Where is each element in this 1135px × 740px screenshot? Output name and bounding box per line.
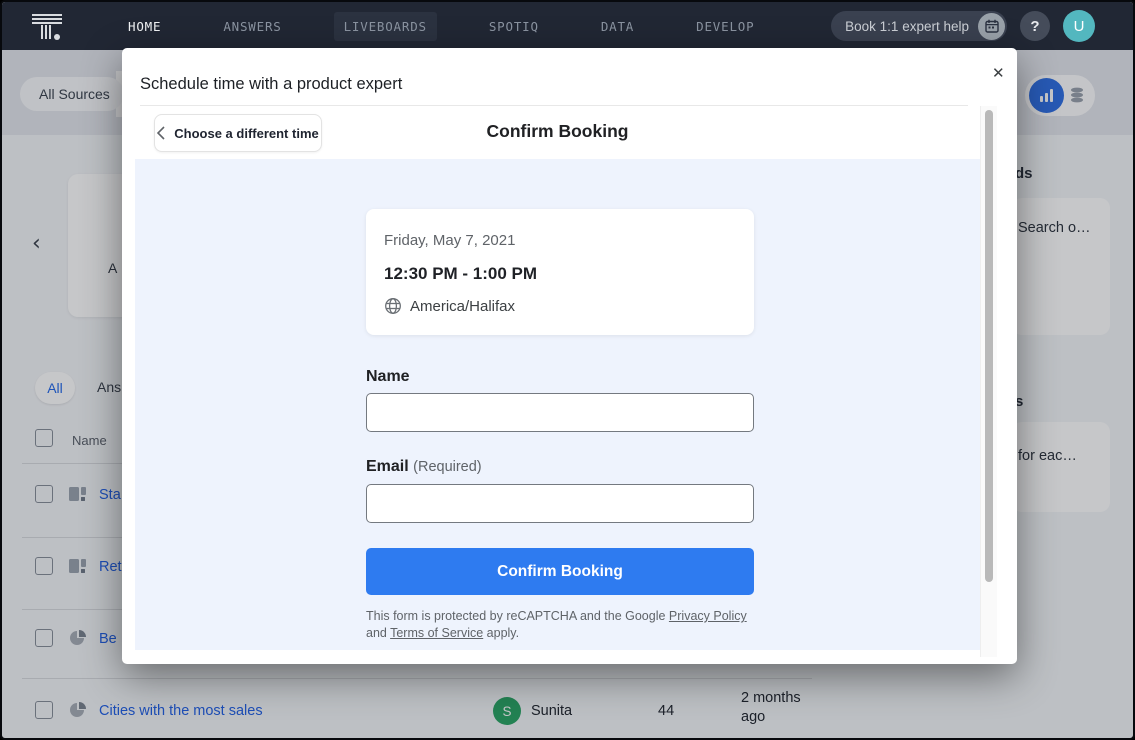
user-avatar[interactable]: U (1063, 10, 1095, 42)
nav-item-answers[interactable]: ANSWERS (213, 12, 291, 41)
app-window: All Sources ‹ A All Ans (0, 0, 1135, 740)
privacy-policy-link[interactable]: Privacy Policy (669, 609, 747, 623)
schedule-expert-modal: Schedule time with a product expert ✕ Ch… (122, 48, 1017, 664)
nav-item-liveboards[interactable]: LIVEBOARDS (334, 12, 437, 41)
close-icon[interactable]: ✕ (988, 60, 1009, 86)
booking-timezone: America/Halifax (410, 298, 515, 315)
nav-right-cluster: Book 1:1 expert help ? U (831, 2, 1133, 50)
modal-title: Schedule time with a product expert (140, 75, 402, 94)
nav-item-home[interactable]: HOME (118, 12, 171, 41)
top-nav: HOME ANSWERS LIVEBOARDS SPOTIQ DATA DEVE… (2, 2, 1133, 50)
modal-scrollbar[interactable] (980, 106, 997, 657)
confirm-booking-button[interactable]: Confirm Booking (366, 548, 754, 595)
recaptcha-notice: This form is protected by reCAPTCHA and … (366, 608, 758, 642)
email-label: Email (Required) (366, 458, 482, 476)
email-label-text: Email (366, 458, 409, 475)
book-expert-button[interactable]: Book 1:1 expert help (831, 11, 1007, 41)
email-field[interactable] (366, 484, 754, 523)
nav-item-develop[interactable]: DEVELOP (686, 12, 764, 41)
name-field[interactable] (366, 393, 754, 432)
help-button[interactable]: ? (1020, 11, 1050, 41)
confirm-booking-heading: Confirm Booking (135, 121, 980, 142)
terms-of-service-link[interactable]: Terms of Service (390, 626, 483, 640)
divider (140, 105, 968, 106)
booking-timezone-row: America/Halifax (384, 297, 515, 315)
email-required-note: (Required) (413, 459, 482, 475)
book-expert-label: Book 1:1 expert help (845, 19, 969, 34)
nav-item-spotiq[interactable]: SPOTIQ (479, 12, 549, 41)
name-label: Name (366, 368, 410, 386)
nav-item-data[interactable]: DATA (591, 12, 644, 41)
calendar-icon (978, 13, 1005, 40)
recaptcha-text: and (366, 626, 390, 640)
globe-icon (384, 297, 402, 315)
recaptcha-text: apply. (483, 626, 519, 640)
help-icon: ? (1030, 18, 1039, 35)
booking-summary-card: Friday, May 7, 2021 12:30 PM - 1:00 PM A… (366, 209, 754, 335)
booking-time: 12:30 PM - 1:00 PM (384, 264, 537, 284)
recaptcha-text: This form is protected by reCAPTCHA and … (366, 609, 669, 623)
nav-items: HOME ANSWERS LIVEBOARDS SPOTIQ DATA DEVE… (118, 12, 764, 41)
scrollbar-thumb[interactable] (985, 110, 993, 582)
booking-date: Friday, May 7, 2021 (384, 232, 515, 249)
user-avatar-initial: U (1074, 18, 1085, 35)
thoughtspot-logo (28, 11, 68, 43)
